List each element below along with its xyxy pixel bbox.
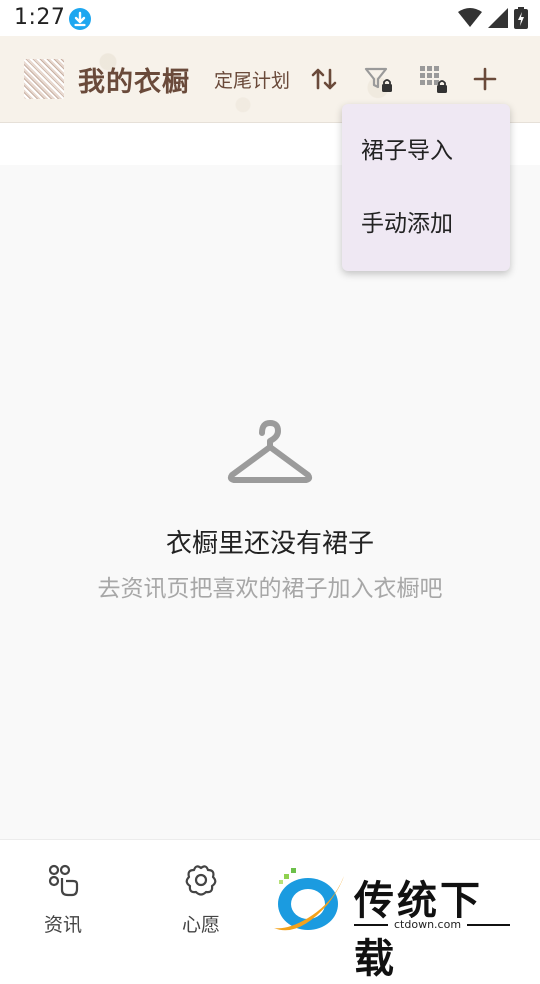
- nav-item-wish[interactable]: 心愿: [156, 862, 246, 937]
- wifi-icon: [458, 8, 482, 27]
- hanger-icon: [227, 420, 313, 483]
- nav-label-news: 资讯: [43, 914, 82, 936]
- add-popup-menu: 裙子导入 手动添加: [342, 104, 510, 271]
- nav-label-wish: 心愿: [181, 914, 220, 936]
- grid-locked-icon[interactable]: [418, 64, 448, 94]
- battery-charging-icon: [514, 7, 528, 29]
- wardrobe-avatar[interactable]: [24, 59, 64, 99]
- status-bar: 1:27: [0, 0, 540, 36]
- empty-state-subtitle: 去资讯页把喜欢的裙子加入衣橱吧: [97, 576, 443, 602]
- sort-icon[interactable]: [309, 64, 339, 94]
- news-icon: [48, 864, 79, 897]
- signal-icon: [488, 8, 508, 28]
- menu-item-import-dress[interactable]: 裙子导入: [342, 120, 510, 182]
- add-icon[interactable]: [470, 64, 500, 94]
- nav-item-news[interactable]: 资讯: [18, 862, 108, 937]
- watermark: 传统下载 ctdown.com: [268, 866, 518, 982]
- bottom-nav: 资讯 心愿 传统下载 ctdown.com: [0, 839, 540, 982]
- plan-link[interactable]: 定尾计划: [214, 66, 290, 93]
- system-icons: [458, 6, 528, 30]
- watermark-url: ctdown.com: [388, 918, 468, 931]
- download-badge-icon: [69, 8, 91, 30]
- flower-icon: [185, 865, 217, 896]
- page-title: 我的衣橱: [78, 67, 190, 98]
- empty-state-title: 衣橱里还没有裙子: [165, 529, 374, 559]
- filter-locked-icon[interactable]: [363, 64, 393, 94]
- menu-item-manual-add[interactable]: 手动添加: [342, 193, 510, 255]
- status-time: 1:27: [14, 5, 66, 30]
- watermark-logo: [274, 868, 344, 931]
